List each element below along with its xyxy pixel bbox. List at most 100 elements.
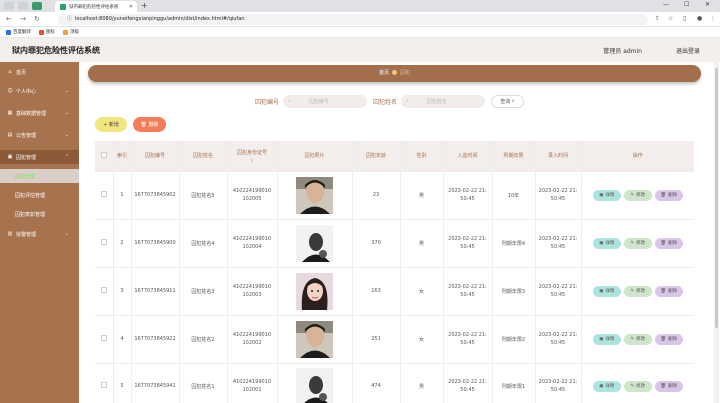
star-icon[interactable]: ☆ bbox=[668, 15, 673, 22]
prisoner-photo[interactable] bbox=[296, 176, 333, 214]
edit-button[interactable]: ✎ 修改 bbox=[623, 333, 652, 345]
edit-button[interactable]: ✎ 修改 bbox=[623, 285, 652, 297]
detail-button[interactable]: ▣ 详情 bbox=[592, 333, 621, 345]
bookmark-item[interactable]: 顶级 bbox=[63, 29, 79, 35]
header-record-time[interactable]: 录入时间 bbox=[535, 141, 582, 172]
detail-button[interactable]: ▣ 详情 bbox=[592, 285, 621, 297]
table-row: 1 1677073845902 囚犯姓名5 410224199010 102005 23 男… bbox=[95, 171, 694, 220]
delete-button[interactable]: 🗑 删除 bbox=[654, 237, 683, 249]
edit-button[interactable]: ✎ 修改 bbox=[623, 189, 652, 201]
detail-button[interactable]: ▣ 详情 bbox=[592, 380, 621, 392]
detail-button[interactable]: ▣ 详情 bbox=[592, 237, 621, 249]
cell-photo bbox=[277, 267, 353, 316]
breadcrumb-separator-icon bbox=[392, 70, 397, 75]
cell-gender: 女 bbox=[400, 267, 444, 316]
search-input-code[interactable]: ⌕ 囚犯编号 bbox=[283, 94, 368, 108]
cell-entry-time: 2023-02-22 21: 50:45 bbox=[443, 363, 493, 403]
logout-link[interactable]: 退出登录 bbox=[676, 46, 700, 55]
back-icon[interactable]: ← bbox=[6, 15, 12, 23]
search-button[interactable]: 查询 ⌕ bbox=[491, 94, 525, 108]
close-window-icon[interactable]: ✕ bbox=[705, 1, 710, 8]
row-checkbox[interactable] bbox=[95, 219, 114, 268]
header-age[interactable]: 囚犯年龄 bbox=[352, 141, 401, 172]
bookmark-item[interactable]: 图标 bbox=[39, 29, 55, 35]
search-input-name[interactable]: ⌕ 囚犯姓名 bbox=[401, 94, 486, 108]
sidebar-subitem-prisoner[interactable]: 囚犯管理 bbox=[0, 169, 79, 183]
chevron-down-icon: ⌄ bbox=[64, 110, 69, 116]
cell-id-number: 410224199010 102001 bbox=[227, 363, 278, 403]
sidebar-toggle-icon[interactable]: ▯ bbox=[683, 15, 686, 22]
edit-button[interactable]: ✎ 修改 bbox=[623, 380, 652, 392]
table-row: 2 1677073845900 囚犯姓名4 410224199010 102004 370… bbox=[95, 219, 694, 268]
header-id-number[interactable]: 囚犯身份证号 ⇕ bbox=[227, 141, 278, 172]
header-gender[interactable]: 性别 bbox=[400, 141, 444, 172]
trash-icon: 🗑 bbox=[660, 288, 667, 294]
pinned-tab[interactable] bbox=[4, 2, 14, 10]
new-tab-icon[interactable]: + bbox=[141, 1, 148, 10]
close-icon[interactable]: ✕ bbox=[129, 4, 133, 10]
cell-name: 囚犯姓名2 bbox=[179, 315, 228, 364]
cell-term: 刑期年限1 bbox=[492, 363, 536, 403]
bookmark-item[interactable]: 百度翻译 bbox=[6, 29, 31, 35]
header-term[interactable]: 刑期年限 bbox=[492, 141, 536, 172]
trash-icon: 🗑 bbox=[660, 383, 667, 389]
row-checkbox[interactable] bbox=[95, 363, 114, 403]
header-entry-time[interactable]: 入监时间 bbox=[443, 141, 493, 172]
prisoner-photo[interactable] bbox=[296, 367, 333, 403]
sidebar-item-guard[interactable]: ▥ 狱警管理 ⌄ bbox=[0, 227, 79, 241]
breadcrumb-home[interactable]: 首页 bbox=[379, 70, 389, 76]
row-checkbox[interactable] bbox=[95, 267, 114, 316]
sidebar-item-notice[interactable]: ▤ 公告管理 ⌄ bbox=[0, 128, 79, 142]
delete-button[interactable]: 🗑 删除 bbox=[654, 285, 683, 297]
edit-button[interactable]: ✎ 修改 bbox=[623, 237, 652, 249]
cell-index: 1 bbox=[113, 171, 132, 220]
cell-photo bbox=[277, 363, 353, 403]
prisoner-photo[interactable] bbox=[296, 224, 333, 262]
cell-name: 囚犯姓名1 bbox=[179, 363, 228, 403]
select-all-checkbox[interactable] bbox=[95, 141, 114, 172]
sidebar-item-home[interactable]: ⌂ 首页 bbox=[0, 65, 79, 79]
pinned-tab[interactable] bbox=[32, 2, 42, 10]
sidebar-item-profile[interactable]: ☺ 个人中心 ⌄ bbox=[0, 84, 79, 98]
sidebar-subitem-assessment[interactable]: 囚犯评估管理 bbox=[0, 188, 79, 202]
url-input[interactable]: ⓘ localhost:8080/yuneifengxianpinggu/admi… bbox=[58, 14, 648, 25]
sidebar-item-base-data[interactable]: ▦ 基础数据管理 ⌄ bbox=[0, 106, 79, 120]
row-checkbox[interactable] bbox=[95, 171, 114, 220]
forward-icon[interactable]: → bbox=[20, 15, 26, 23]
scrollbar-thumb[interactable] bbox=[715, 68, 718, 328]
add-button[interactable]: + 新增 bbox=[95, 117, 127, 132]
sidebar-subitem-commendation[interactable]: 囚犯表彰管理 bbox=[0, 207, 79, 221]
prisoner-photo[interactable] bbox=[296, 272, 333, 310]
sidebar-item-prisoner[interactable]: ▣ 囚犯管理 ⌃ bbox=[0, 150, 79, 164]
delete-button[interactable]: 🗑 删除 bbox=[654, 380, 683, 392]
header-code[interactable]: 囚犯编号 bbox=[131, 141, 180, 172]
favicon-icon bbox=[60, 3, 66, 10]
profile-icon[interactable]: ● bbox=[697, 15, 702, 22]
guard-icon: ▥ bbox=[7, 231, 13, 237]
sort-icon[interactable]: ⇕ bbox=[230, 158, 275, 163]
scrollbar[interactable] bbox=[714, 62, 719, 403]
prisoner-photo[interactable] bbox=[296, 320, 333, 358]
batch-delete-button[interactable]: 🗑 删除 bbox=[133, 117, 166, 132]
bookmark-icon bbox=[6, 29, 11, 35]
detail-icon: ▣ bbox=[599, 192, 604, 198]
menu-icon[interactable]: ⋮ bbox=[710, 15, 716, 22]
delete-button[interactable]: 🗑 删除 bbox=[654, 189, 683, 201]
pinned-tab[interactable] bbox=[18, 2, 28, 10]
chevron-down-icon: ⌄ bbox=[64, 132, 69, 138]
maximize-icon[interactable]: ☐ bbox=[684, 1, 689, 8]
cell-code: 1677073845941 bbox=[131, 363, 180, 403]
delete-button[interactable]: 🗑 删除 bbox=[654, 333, 683, 345]
detail-icon: ▣ bbox=[599, 383, 604, 389]
browser-tab[interactable]: 狱内罪犯危险性评估系统 ✕ bbox=[55, 1, 137, 12]
cell-id-number: 410224199010 102004 bbox=[227, 219, 278, 268]
detail-button[interactable]: ▣ 详情 bbox=[592, 189, 621, 201]
tab-title: 狱内罪犯危险性评估系统 bbox=[69, 4, 119, 10]
home-icon: ⌂ bbox=[8, 69, 12, 75]
row-checkbox[interactable] bbox=[95, 315, 114, 364]
header-name[interactable]: 囚犯姓名 bbox=[179, 141, 228, 172]
trash-icon: 🗑 bbox=[660, 336, 667, 342]
reload-icon[interactable]: ↻ bbox=[34, 15, 40, 23]
share-icon[interactable]: ⇪ bbox=[655, 15, 660, 22]
minimize-icon[interactable]: — bbox=[663, 1, 669, 8]
